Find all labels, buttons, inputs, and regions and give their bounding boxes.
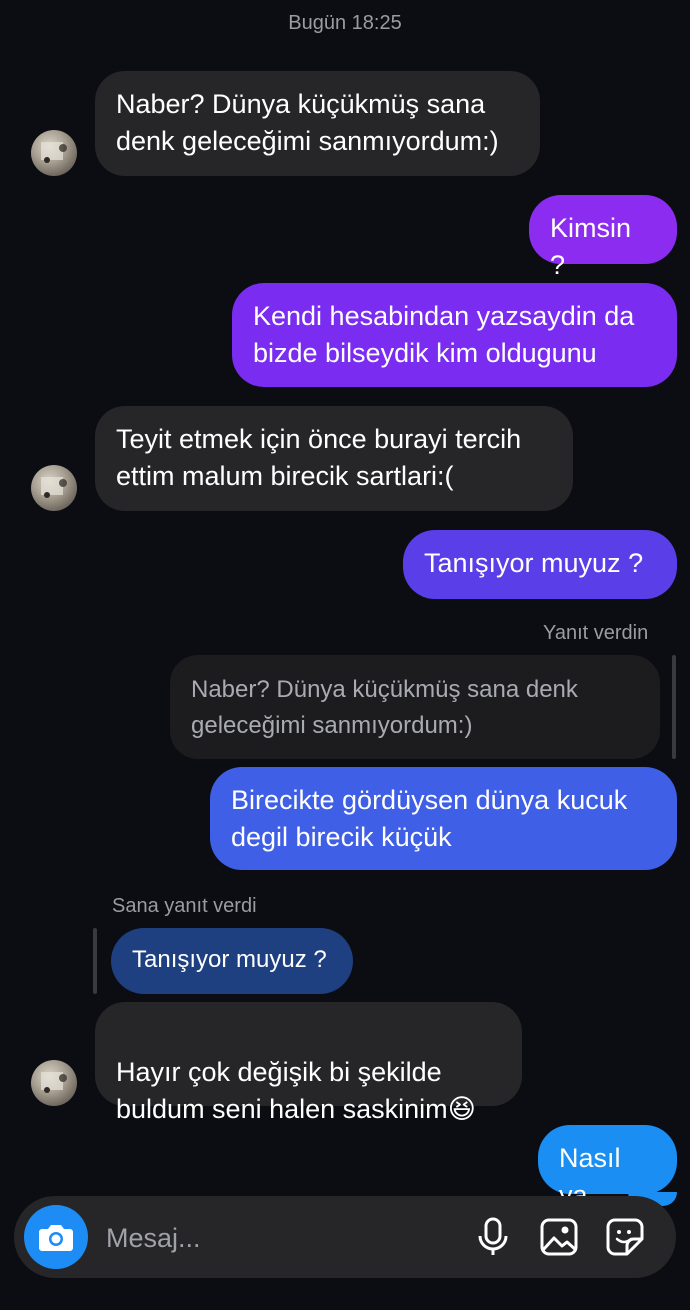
emoji: 😆: [447, 1094, 476, 1125]
message-bubble-outgoing[interactable]: Nasıl ya: [538, 1125, 677, 1210]
camera-button[interactable]: [24, 1205, 88, 1269]
quote-bar: [93, 928, 97, 994]
image-icon[interactable]: [539, 1216, 579, 1258]
message-bubble-incoming[interactable]: Hayır çok değişik bi şekilde buldum seni…: [95, 1002, 522, 1125]
message-composer: [14, 1196, 676, 1280]
message-bubble-outgoing[interactable]: Tanışıyor muyuz ?: [403, 530, 677, 599]
reply-label: Yanıt verdin: [543, 622, 649, 644]
message-text: Hayır çok değişik bi şekilde buldum seni…: [116, 1057, 448, 1124]
avatar[interactable]: [31, 465, 77, 511]
message-bubble-outgoing[interactable]: Kimsin ?: [529, 195, 677, 280]
avatar[interactable]: [31, 1060, 77, 1106]
camera-icon: [39, 1225, 73, 1251]
message-input[interactable]: [104, 1196, 448, 1280]
message-bubble-incoming[interactable]: Teyit etmek için önce burayi tercih etti…: [95, 406, 573, 511]
avatar[interactable]: [31, 130, 77, 176]
message-bubble-outgoing[interactable]: Kendi hesabindan yazsaydin da bizde bils…: [232, 283, 677, 387]
reply-label: Sana yanıt verdi: [112, 895, 257, 917]
message-bubble-outgoing[interactable]: Birecikte gördüysen dünya kucuk degil bi…: [210, 767, 677, 870]
quoted-message[interactable]: Tanışıyor muyuz ?: [111, 928, 353, 994]
message-bubble-incoming[interactable]: Naber? Dünya küçükmüş sana denk geleceği…: [95, 71, 540, 176]
microphone-icon[interactable]: [473, 1216, 513, 1258]
quote-bar: [672, 655, 676, 759]
quoted-message[interactable]: Naber? Dünya küçükmüş sana denk geleceği…: [170, 655, 660, 759]
sticker-icon[interactable]: [605, 1216, 645, 1258]
timestamp: Bugün 18:25: [288, 12, 402, 34]
